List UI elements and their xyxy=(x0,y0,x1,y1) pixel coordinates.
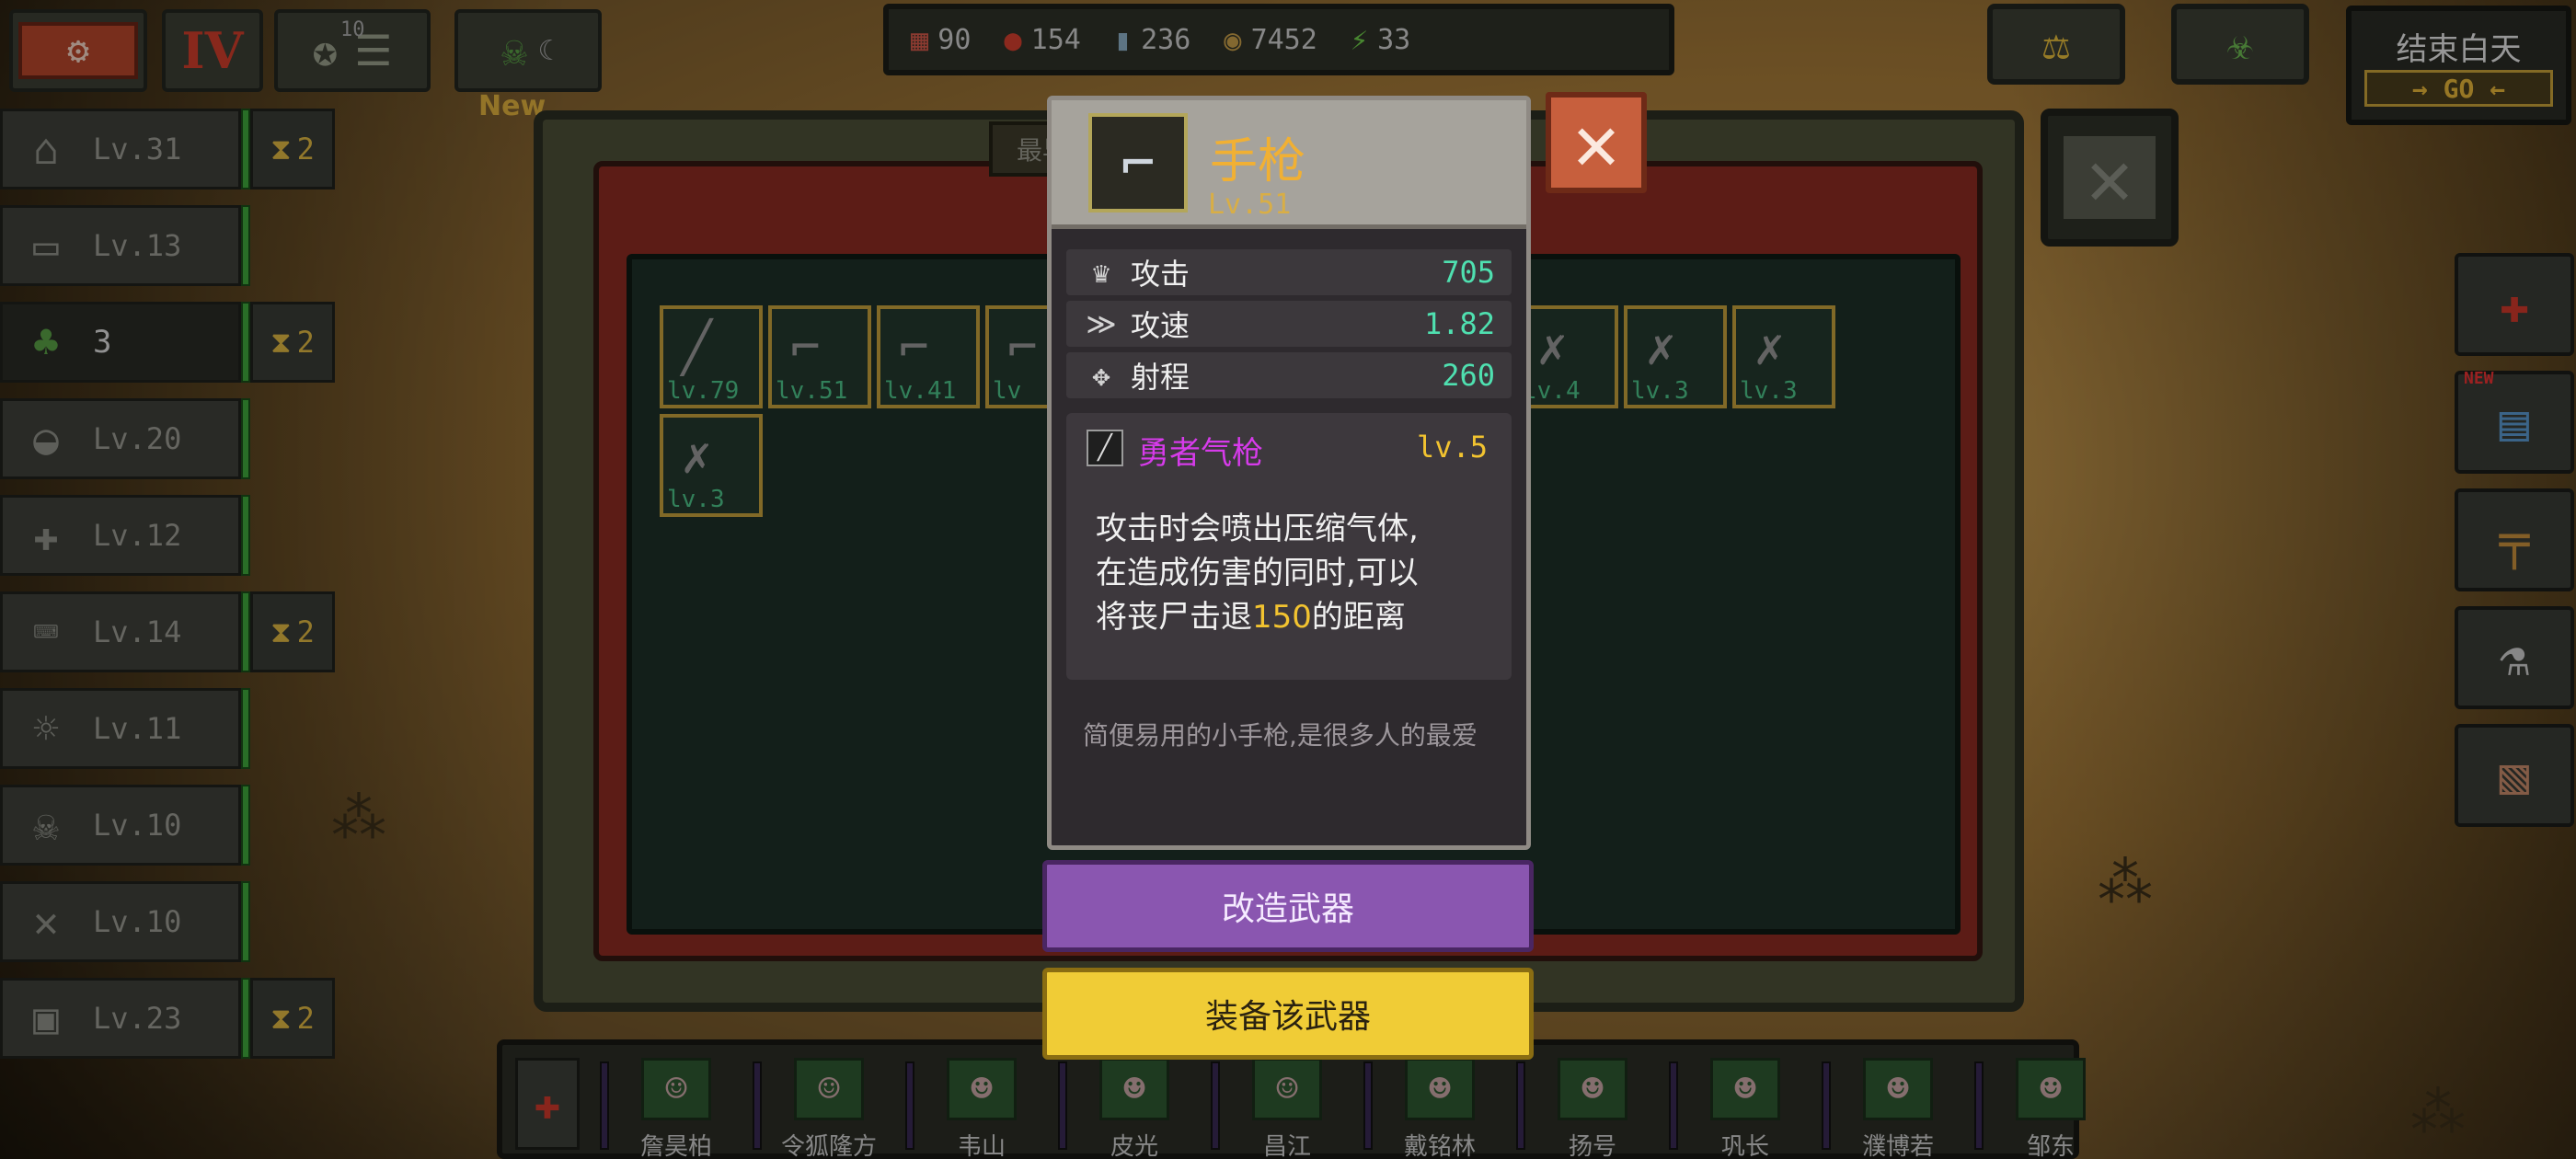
stat-label: 攻速 xyxy=(1131,308,1190,343)
attack-icon: ♛ xyxy=(1092,255,1110,290)
skill-description: 攻击时会喷出压缩气体, 在造成伤害的同时,可以 将丧尸击退150的距离 xyxy=(1096,507,1501,639)
stat-value: 705 xyxy=(1442,255,1495,290)
weapon-name: 手枪 xyxy=(1210,134,1306,189)
modify-weapon-button[interactable]: 改造武器 xyxy=(1042,860,1534,952)
close-icon: ✕ xyxy=(1572,98,1620,188)
speed-icon: ≫ xyxy=(1086,306,1117,341)
pistol-icon: ⌐ xyxy=(1088,113,1188,212)
skill-desc-line: 在造成伤害的同时,可以 xyxy=(1096,555,1419,591)
weapon-level: Lv.51 xyxy=(1208,189,1292,221)
card-header: ⌐ 手枪 Lv.51 xyxy=(1052,100,1526,229)
stat-row: ✥ 射程 260 xyxy=(1066,352,1512,398)
skill-name: 勇者气枪 xyxy=(1138,435,1263,472)
range-icon: ✥ xyxy=(1092,358,1110,393)
flavor-text: 简便易用的小手枪,是很多人的最爱 xyxy=(1083,720,1478,751)
skill-level: lv.5 xyxy=(1416,430,1488,465)
skill-desc-line: 将丧尸击退150的距离 xyxy=(1096,599,1406,636)
stat-row: ≫ 攻速 1.82 xyxy=(1066,301,1512,347)
stat-row: ♛ 攻击 705 xyxy=(1066,249,1512,295)
equip-weapon-button[interactable]: 装备该武器 xyxy=(1042,968,1534,1060)
weapon-detail-card: ⌐ 手枪 Lv.51 ♛ 攻击 705 ≫ 攻速 1.82 ✥ 射程 260 ╱ 勇者气枪 lv… xyxy=(1047,96,1531,850)
stat-label: 攻击 xyxy=(1131,257,1190,292)
knockback-value: 150 xyxy=(1252,599,1312,636)
card-close-button[interactable]: ✕ xyxy=(1546,92,1647,193)
stat-label: 射程 xyxy=(1131,360,1190,395)
skill-desc-line: 攻击时会喷出压缩气体, xyxy=(1096,511,1419,547)
stat-value: 260 xyxy=(1442,358,1495,393)
skill-box: ╱ 勇者气枪 lv.5 攻击时会喷出压缩气体, 在造成伤害的同时,可以 将丧尸击… xyxy=(1066,413,1512,680)
skill-icon: ╱ xyxy=(1087,430,1123,466)
stat-value: 1.82 xyxy=(1423,306,1495,341)
